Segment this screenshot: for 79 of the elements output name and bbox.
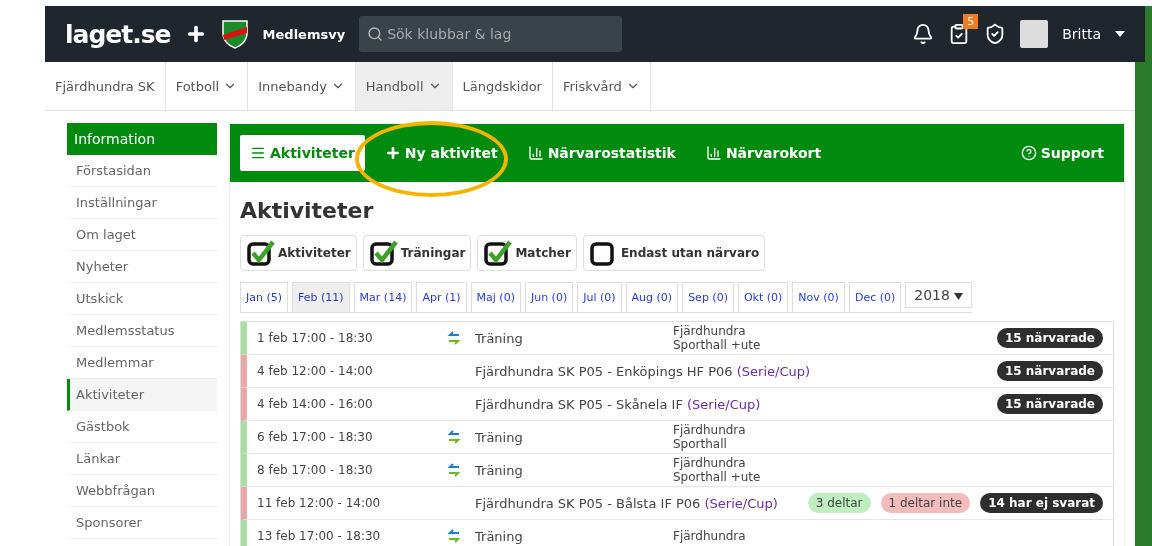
activity-location: Fjärdhundra Sporthall +ute bbox=[673, 455, 762, 485]
activity-title: Träning bbox=[475, 330, 524, 346]
month-tab[interactable]: Dec (0) bbox=[848, 282, 902, 312]
user-name[interactable]: Britta bbox=[1062, 26, 1101, 42]
status-badge: 15 närvarade bbox=[996, 394, 1103, 414]
activity-link[interactable]: (Serie/Cup) bbox=[736, 363, 811, 379]
filter-button[interactable]: Matcher bbox=[477, 235, 577, 271]
menu-icon bbox=[250, 145, 266, 161]
activity-row[interactable]: 4 feb 14:00 - 16:00 Fjärdhundra SK P05 - Skånela IF (Serie/Cup) 15 närvarade bbox=[241, 388, 1113, 421]
activity-time: 4 feb 14:00 - 16:00 bbox=[256, 397, 374, 411]
activity-row[interactable]: 1 feb 17:00 - 18:30 Träning Fjärdhundra Sporthall +ute 15 närvarade bbox=[241, 322, 1113, 355]
month-tab[interactable]: Feb (11) bbox=[292, 282, 350, 312]
toolbar-button[interactable]: Närvarokort bbox=[695, 135, 832, 171]
activity-time: 8 feb 17:00 - 18:30 bbox=[256, 463, 374, 477]
status-badge: 3 deltar bbox=[807, 493, 871, 513]
activity-row[interactable]: 4 feb 12:00 - 14:00 Fjärdhundra SK P05 - Enköpings HF P06 (Serie/Cup) 15 närvarade bbox=[241, 355, 1113, 388]
logo[interactable]: laget.se bbox=[65, 19, 171, 49]
checkbox-icon[interactable] bbox=[483, 239, 514, 267]
activity-time: 6 feb 17:00 - 18:30 bbox=[256, 430, 374, 444]
checkbox-icon[interactable] bbox=[368, 239, 399, 267]
toolbar-button[interactable]: Aktiviteter bbox=[240, 135, 365, 171]
month-tab[interactable]: Jun (0) bbox=[524, 282, 574, 312]
activity-title: Fjärdhundra SK P05 - Skånela IF (Serie/Cup) bbox=[475, 396, 762, 412]
filter-button[interactable]: Träningar bbox=[362, 235, 472, 271]
sidebar-item[interactable]: Aktiviteter bbox=[67, 379, 217, 411]
activity-time: 13 feb 17:00 - 18:30 bbox=[256, 529, 382, 543]
activity-location: Fjärdhundra Sporthall +ute bbox=[673, 323, 762, 353]
month-tab[interactable]: Apr (1) bbox=[416, 282, 467, 312]
caret-icon[interactable] bbox=[1115, 31, 1125, 37]
activity-time: 1 feb 17:00 - 18:30 bbox=[256, 331, 374, 345]
activity-row[interactable]: 6 feb 17:00 - 18:30 Träning Fjärdhundra Sporthall bbox=[241, 421, 1113, 454]
month-tab[interactable]: Sep (0) bbox=[682, 282, 734, 312]
activity-time: 11 feb 12:00 - 14:00 bbox=[256, 496, 382, 510]
month-tab[interactable]: Maj (0) bbox=[470, 282, 521, 312]
toolbar-button[interactable]: Support bbox=[1010, 135, 1114, 171]
status-badge: 15 närvarade bbox=[996, 361, 1103, 381]
activity-location: Fjärdhundra bbox=[673, 528, 747, 544]
filter-button[interactable]: Aktiviteter bbox=[240, 235, 357, 271]
status-badge: 1 deltar inte bbox=[880, 493, 971, 513]
help-icon bbox=[1020, 145, 1037, 161]
month-tab[interactable]: Mar (14) bbox=[353, 282, 413, 312]
activity-time: 4 feb 12:00 - 14:00 bbox=[256, 364, 374, 378]
activity-row[interactable]: 8 feb 17:00 - 18:30 Träning Fjärdhundra Sporthall +ute bbox=[241, 454, 1113, 487]
caret-icon bbox=[954, 293, 964, 300]
activity-title: Träning bbox=[475, 528, 524, 544]
nav-tab[interactable]: Handboll bbox=[355, 62, 453, 110]
toolbar-button[interactable]: Närvarostatistik bbox=[517, 135, 686, 171]
activity-link[interactable]: (Serie/Cup) bbox=[704, 495, 778, 511]
month-tab[interactable]: Nov (0) bbox=[792, 282, 845, 312]
avatar[interactable] bbox=[1020, 20, 1049, 48]
page-title: Aktiviteter bbox=[240, 198, 375, 223]
count-badge: 5 bbox=[963, 14, 979, 29]
filter-button[interactable]: Endast utan närvaro bbox=[582, 235, 766, 271]
search-field[interactable]: Sök klubbar & lag bbox=[359, 16, 622, 52]
activity-title: Träning bbox=[475, 429, 524, 445]
activity-title: Fjärdhundra SK P05 - Bålsta IF P06 (Serie/Cup) bbox=[475, 495, 779, 511]
activity-title: Träning bbox=[475, 462, 524, 478]
month-tab[interactable]: Aug (0) bbox=[625, 282, 679, 312]
bar-chart-icon bbox=[705, 145, 722, 161]
activity-link[interactable]: (Serie/Cup) bbox=[687, 396, 761, 412]
status-badge: 15 närvarade bbox=[996, 328, 1103, 348]
plus-icon bbox=[384, 145, 401, 161]
club-crest-icon bbox=[220, 19, 249, 49]
checkbox-icon[interactable] bbox=[246, 239, 276, 267]
year-select[interactable]: 2018 bbox=[905, 282, 973, 308]
month-tab[interactable]: Jan (5) bbox=[240, 282, 289, 312]
view-label[interactable]: Medlemsvy bbox=[262, 26, 346, 42]
status-badge: 14 har ej svarat bbox=[980, 493, 1103, 513]
month-tab[interactable]: Jul (0) bbox=[577, 282, 622, 312]
month-tab[interactable]: Okt (0) bbox=[737, 282, 789, 312]
activity-row[interactable]: 13 feb 17:00 - 18:30 Träning Fjärdhundra bbox=[241, 520, 1113, 546]
activity-row[interactable]: 11 feb 12:00 - 14:00 Fjärdhundra SK P05 - Bålsta IF P06 (Serie/Cup) 3 deltar 1 deltar inte 14 har ej svarat bbox=[241, 487, 1113, 520]
activity-title: Fjärdhundra SK P05 - Enköpings HF P06 (Serie/Cup) bbox=[475, 363, 812, 379]
bell-icon[interactable] bbox=[912, 23, 935, 45]
sidebar-title: Information bbox=[67, 123, 217, 155]
activity-location: Fjärdhundra Sporthall bbox=[673, 422, 747, 452]
bar-chart-icon bbox=[527, 145, 544, 161]
search-icon bbox=[367, 26, 384, 42]
toolbar-button[interactable]: Ny aktivitet bbox=[374, 135, 508, 171]
